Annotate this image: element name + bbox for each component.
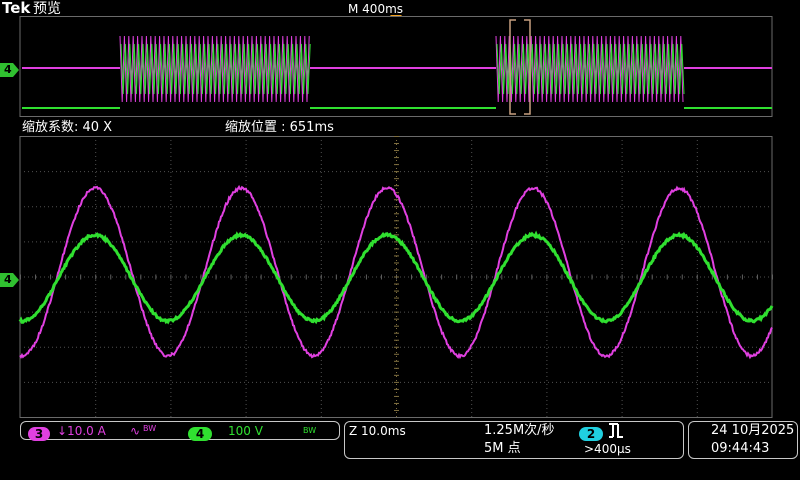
zoom-waveform[interactable] [0,136,800,420]
sample-rate: 1.25M次/秒 [484,423,555,439]
ch4-scale: 100 V [228,423,263,439]
date-readout: 24 10月2025 [711,423,794,439]
ch3-coupling-icon: ∿ [130,423,140,439]
trigger-source-badge[interactable]: 2 [579,423,603,442]
acquisition-mode: 预览 [33,1,61,17]
record-length: 5M 点 [484,441,521,457]
zoom-timescale: Z 10.0ms [349,423,406,439]
ch3-badge[interactable]: 3 [28,423,50,442]
overview-waveform[interactable] [0,16,800,118]
ch4-bandwidth-icon: BW [303,423,316,439]
zoom-position: 缩放位置 : 651ms [225,120,334,136]
ch4-marker-label: 4 [4,62,12,78]
trigger-condition: >400μs [584,441,631,457]
ch4-marker-label-zoom: 4 [4,272,12,288]
time-readout: 09:44:43 [711,441,769,457]
zoom-factor: 缩放系数: 40 X [22,120,112,136]
ch3-scale: ↓10.0 A [57,423,106,439]
ch4-badge[interactable]: 4 [188,423,212,442]
rising-edge-icon [608,423,624,438]
ch3-bandwidth-icon: BW [143,421,156,437]
brand-logo: Tek [2,0,30,16]
